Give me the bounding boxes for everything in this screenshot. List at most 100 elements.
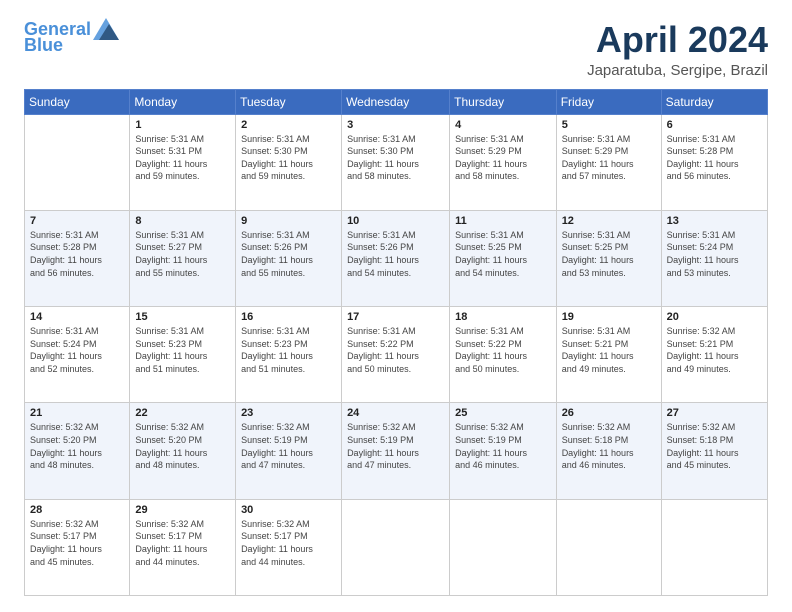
calendar-week-row: 1 Sunrise: 5:31 AM Sunset: 5:31 PM Daylig… <box>25 114 768 210</box>
day-number: 10 <box>347 215 444 227</box>
table-row: 6 Sunrise: 5:31 AM Sunset: 5:28 PM Daylig… <box>661 114 767 210</box>
calendar-body: 1 Sunrise: 5:31 AM Sunset: 5:31 PM Daylig… <box>25 114 768 595</box>
table-row: 19 Sunrise: 5:31 AM Sunset: 5:21 PM Dayli… <box>556 307 661 403</box>
table-row: 14Sunrise: 5:31 AM Sunset: 5:24 PM Dayli… <box>25 307 130 403</box>
day-info: Sunrise: 5:31 AM Sunset: 5:29 PM Dayligh… <box>562 133 656 183</box>
table-row: 2Sunrise: 5:31 AM Sunset: 5:30 PM Daylig… <box>236 114 342 210</box>
page: General Blue April 2024 Japaratuba, Serg… <box>0 0 792 612</box>
day-number: 11 <box>455 215 551 227</box>
day-number: 30 <box>241 504 336 516</box>
day-number: 23 <box>241 407 336 419</box>
table-row: 1 Sunrise: 5:31 AM Sunset: 5:31 PM Daylig… <box>130 114 236 210</box>
day-info: Sunrise: 5:31 AM Sunset: 5:31 PM Dayligh… <box>135 133 230 183</box>
day-info: Sunrise: 5:32 AM Sunset: 5:20 PM Dayligh… <box>135 421 230 471</box>
day-number: 25 <box>455 407 551 419</box>
day-number: 5 <box>562 119 656 131</box>
table-row: 29 Sunrise: 5:32 AM Sunset: 5:17 PM Dayli… <box>130 499 236 595</box>
day-info: Sunrise: 5:31 AM Sunset: 5:29 PM Dayligh… <box>455 133 551 183</box>
table-row: 13 Sunrise: 5:31 AM Sunset: 5:24 PM Dayli… <box>661 210 767 306</box>
table-row: 17 Sunrise: 5:31 AM Sunset: 5:22 PM Dayli… <box>342 307 450 403</box>
day-number: 19 <box>562 311 656 323</box>
calendar-header-row: Sunday Monday Tuesday Wednesday Thursday… <box>25 89 768 114</box>
table-row: 10Sunrise: 5:31 AM Sunset: 5:26 PM Dayli… <box>342 210 450 306</box>
day-info: Sunrise: 5:31 AM Sunset: 5:27 PM Dayligh… <box>135 229 230 279</box>
day-info: Sunrise: 5:31 AM Sunset: 5:22 PM Dayligh… <box>455 325 551 375</box>
table-row: 26 Sunrise: 5:32 AM Sunset: 5:18 PM Dayli… <box>556 403 661 499</box>
table-row: 24 Sunrise: 5:32 AM Sunset: 5:19 PM Dayli… <box>342 403 450 499</box>
table-row: 7Sunrise: 5:31 AM Sunset: 5:28 PM Daylig… <box>25 210 130 306</box>
table-row: 30 Sunrise: 5:32 AM Sunset: 5:17 PM Dayli… <box>236 499 342 595</box>
day-number: 26 <box>562 407 656 419</box>
table-row <box>556 499 661 595</box>
day-number: 3 <box>347 119 444 131</box>
table-row: 15 Sunrise: 5:31 AM Sunset: 5:23 PM Dayli… <box>130 307 236 403</box>
title-section: April 2024 Japaratuba, Sergipe, Brazil <box>587 20 768 79</box>
day-number: 13 <box>667 215 762 227</box>
day-info: Sunrise: 5:31 AM Sunset: 5:21 PM Dayligh… <box>562 325 656 375</box>
day-number: 24 <box>347 407 444 419</box>
day-info: Sunrise: 5:31 AM Sunset: 5:24 PM Dayligh… <box>667 229 762 279</box>
day-number: 8 <box>135 215 230 227</box>
table-row: 23 Sunrise: 5:32 AM Sunset: 5:19 PM Dayli… <box>236 403 342 499</box>
logo-line2: Blue <box>24 36 63 56</box>
month-title: April 2024 <box>587 20 768 60</box>
day-number: 1 <box>135 119 230 131</box>
day-number: 22 <box>135 407 230 419</box>
day-number: 12 <box>562 215 656 227</box>
day-info: Sunrise: 5:31 AM Sunset: 5:26 PM Dayligh… <box>241 229 336 279</box>
day-info: Sunrise: 5:31 AM Sunset: 5:23 PM Dayligh… <box>135 325 230 375</box>
day-info: Sunrise: 5:31 AM Sunset: 5:25 PM Dayligh… <box>455 229 551 279</box>
day-info: Sunrise: 5:31 AM Sunset: 5:25 PM Dayligh… <box>562 229 656 279</box>
day-number: 27 <box>667 407 762 419</box>
day-number: 16 <box>241 311 336 323</box>
day-number: 28 <box>30 504 124 516</box>
day-info: Sunrise: 5:32 AM Sunset: 5:19 PM Dayligh… <box>241 421 336 471</box>
day-number: 6 <box>667 119 762 131</box>
day-info: Sunrise: 5:32 AM Sunset: 5:19 PM Dayligh… <box>347 421 444 471</box>
table-row: 25 Sunrise: 5:32 AM Sunset: 5:19 PM Dayli… <box>450 403 557 499</box>
header-friday: Friday <box>556 89 661 114</box>
header-saturday: Saturday <box>661 89 767 114</box>
table-row <box>25 114 130 210</box>
day-number: 15 <box>135 311 230 323</box>
day-info: Sunrise: 5:31 AM Sunset: 5:22 PM Dayligh… <box>347 325 444 375</box>
logo-icon <box>93 18 119 40</box>
day-info: Sunrise: 5:32 AM Sunset: 5:18 PM Dayligh… <box>667 421 762 471</box>
day-number: 17 <box>347 311 444 323</box>
table-row: 28Sunrise: 5:32 AM Sunset: 5:17 PM Dayli… <box>25 499 130 595</box>
day-info: Sunrise: 5:31 AM Sunset: 5:28 PM Dayligh… <box>667 133 762 183</box>
calendar-week-row: 21 Sunrise: 5:32 AM Sunset: 5:20 PM Dayli… <box>25 403 768 499</box>
table-row: 5 Sunrise: 5:31 AM Sunset: 5:29 PM Daylig… <box>556 114 661 210</box>
day-info: Sunrise: 5:32 AM Sunset: 5:20 PM Dayligh… <box>30 421 124 471</box>
day-number: 18 <box>455 311 551 323</box>
table-row: 18 Sunrise: 5:31 AM Sunset: 5:22 PM Dayli… <box>450 307 557 403</box>
day-info: Sunrise: 5:32 AM Sunset: 5:19 PM Dayligh… <box>455 421 551 471</box>
table-row <box>661 499 767 595</box>
calendar-table: Sunday Monday Tuesday Wednesday Thursday… <box>24 89 768 596</box>
calendar-week-row: 14Sunrise: 5:31 AM Sunset: 5:24 PM Dayli… <box>25 307 768 403</box>
table-row: 12 Sunrise: 5:31 AM Sunset: 5:25 PM Dayli… <box>556 210 661 306</box>
calendar-week-row: 7Sunrise: 5:31 AM Sunset: 5:28 PM Daylig… <box>25 210 768 306</box>
day-number: 7 <box>30 215 124 227</box>
header-thursday: Thursday <box>450 89 557 114</box>
header-tuesday: Tuesday <box>236 89 342 114</box>
day-number: 2 <box>241 119 336 131</box>
table-row: 4 Sunrise: 5:31 AM Sunset: 5:29 PM Daylig… <box>450 114 557 210</box>
header-wednesday: Wednesday <box>342 89 450 114</box>
day-number: 21 <box>30 407 124 419</box>
table-row <box>450 499 557 595</box>
day-info: Sunrise: 5:32 AM Sunset: 5:17 PM Dayligh… <box>135 518 230 568</box>
day-number: 4 <box>455 119 551 131</box>
day-number: 14 <box>30 311 124 323</box>
day-info: Sunrise: 5:32 AM Sunset: 5:17 PM Dayligh… <box>241 518 336 568</box>
table-row: 16Sunrise: 5:31 AM Sunset: 5:23 PM Dayli… <box>236 307 342 403</box>
day-info: Sunrise: 5:32 AM Sunset: 5:21 PM Dayligh… <box>667 325 762 375</box>
header-monday: Monday <box>130 89 236 114</box>
day-info: Sunrise: 5:32 AM Sunset: 5:18 PM Dayligh… <box>562 421 656 471</box>
header: General Blue April 2024 Japaratuba, Serg… <box>24 20 768 79</box>
day-number: 29 <box>135 504 230 516</box>
day-info: Sunrise: 5:31 AM Sunset: 5:30 PM Dayligh… <box>347 133 444 183</box>
table-row: 8 Sunrise: 5:31 AM Sunset: 5:27 PM Daylig… <box>130 210 236 306</box>
logo: General Blue <box>24 20 119 56</box>
table-row: 22 Sunrise: 5:32 AM Sunset: 5:20 PM Dayli… <box>130 403 236 499</box>
